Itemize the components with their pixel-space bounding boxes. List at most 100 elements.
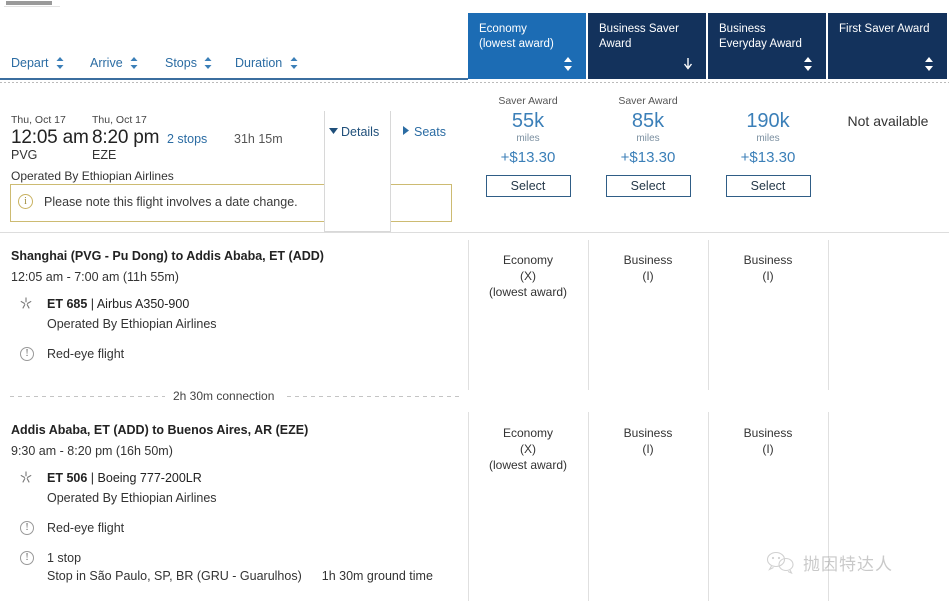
award-type-label: Saver Award [498,95,558,107]
miles-unit: miles [516,133,540,144]
miles-amount: 55k [511,110,545,132]
column-divider [828,240,829,390]
segment-1-cabin-business-saver: Business (I) [588,252,708,284]
sort-updown-icon[interactable] [803,57,813,71]
tab-economy-label: Economy (lowest award) [479,23,554,50]
select-button[interactable]: Select [485,175,571,197]
segment-2: Addis Ababa, ET (ADD) to Buenos Aires, A… [11,423,461,583]
total-duration: 31h 15m [234,132,283,146]
stops-link[interactable]: 2 stops [167,132,207,146]
ground-time: 1h 30m ground time [321,569,433,583]
segment-flight-info: ET 506 | Boeing 777-200LR [11,471,461,485]
cabin-name: Business [743,253,793,267]
sort-updown-icon[interactable] [130,57,138,69]
alert-icon: ! [20,551,34,565]
flight-result-card: Economy (lowest award) Business Saver Aw… [0,0,949,601]
sort-arrive[interactable]: Arrive [90,56,138,70]
cabin-name: Business [743,426,793,440]
award-type-label: Saver Award [618,95,678,107]
segment-note-redeye: ! Red-eye flight [11,521,461,535]
alert-icon: ! [20,347,34,361]
price-column-business-saver: Saver Award 85k miles +$13.30 Select [588,90,708,197]
sort-updown-icon[interactable] [563,57,573,71]
segment-2-cabin-business-saver: Business (I) [588,425,708,457]
segment-route: Shanghai (PVG - Pu Dong) to Addis Ababa,… [11,249,324,263]
miles-unit: miles [756,133,780,144]
flight-separator: | [90,471,95,485]
note-label: 1 stop [47,551,82,565]
sort-down-icon[interactable] [683,57,693,71]
stop-detail: Stop in São Paulo, SP, BR (GRU - Guarulh… [47,569,461,583]
sort-depart-label: Depart [11,56,49,70]
depart-date: Thu, Oct 17 [11,114,66,126]
stop-location: Stop in São Paulo, SP, BR (GRU - Guarulh… [47,569,302,583]
segment-times: 9:30 am - 8:20 pm (16h 50m) [11,444,173,458]
aircraft-type: Boeing 777-200LR [97,471,202,485]
segment-1-cabin-business-everyday: Business (I) [708,252,828,284]
miles-unit: miles [636,133,660,144]
segment-times: 12:05 am - 7:00 am (11h 55m) [11,270,179,284]
flight-number: ET 685 [47,297,88,311]
top-artifact-line [4,6,60,7]
tax-amount: +$13.30 [740,149,796,166]
sort-stops[interactable]: Stops [165,56,212,70]
not-available-label: Not available [847,113,929,129]
tab-economy-lowest-award[interactable]: Economy (lowest award) [468,13,586,79]
tab-business-everyday-award[interactable]: Business Everyday Award [706,13,826,79]
wechat-icon [766,551,794,574]
flight-separator: | [90,297,95,311]
aircraft-type: Airbus A350-900 [96,297,190,311]
tab-business-saver-award[interactable]: Business Saver Award [586,13,706,79]
chevron-right-icon [403,126,409,135]
star-alliance-icon [20,297,32,309]
tax-amount: +$13.30 [500,149,556,166]
cabin-code: (I) [642,442,654,456]
tab-first-saver-label: First Saver Award [839,23,930,35]
miles-amount: 85k [631,110,665,132]
connection-divider: 2h 30m connection [10,389,462,403]
fare-class-tabs: Economy (lowest award) Business Saver Aw… [468,13,949,79]
divider-line-right [287,396,462,397]
segment-2-cabin-business-everyday: Business (I) [708,425,828,457]
chevron-down-icon [329,128,338,134]
select-button[interactable]: Select [605,175,691,197]
note-label: Red-eye flight [47,521,125,535]
segment-1-cabin-economy: Economy (X) (lowest award) [468,252,588,300]
cabin-code: (I) [762,442,774,456]
watermark: 抛因特达人 [765,545,945,579]
segment-note-redeye: ! Red-eye flight [11,347,461,361]
info-icon: i [18,194,33,209]
miles-amount: 190k [746,110,790,132]
sort-updown-icon[interactable] [204,57,212,69]
segment-1: Shanghai (PVG - Pu Dong) to Addis Ababa,… [11,249,461,361]
cabin-name: Business [623,426,673,440]
sort-bar: Depart Arrive Stops Duration [0,53,468,80]
price-column-business-everyday: 190k miles +$13.30 Select [708,90,828,197]
alert-icon: ! [20,521,34,535]
tax-amount: +$13.30 [620,149,676,166]
tab-first-saver-award[interactable]: First Saver Award [826,13,947,79]
segment-operated-by: Operated By Ethiopian Airlines [47,317,217,331]
select-button[interactable]: Select [725,175,811,197]
note-label: Red-eye flight [47,347,125,361]
cabin-name: Economy [502,426,554,440]
cabin-code: (I) [762,269,774,283]
segment-note-stop: ! 1 stop Stop in São Paulo, SP, BR (GRU … [11,551,461,583]
watermark-text: 抛因特达人 [803,554,893,575]
sort-duration[interactable]: Duration [235,56,298,70]
flight-number: ET 506 [47,471,88,485]
cabin-name: Economy [502,253,554,267]
tab-business-everyday-label: Business Everyday Award [719,23,802,50]
award-type-label [708,95,828,109]
sort-updown-icon[interactable] [56,57,64,69]
sort-updown-icon[interactable] [290,57,298,69]
segment-2-cabin-economy: Economy (X) (lowest award) [468,425,588,473]
sort-depart[interactable]: Depart [11,56,64,70]
arrive-date: Thu, Oct 17 [92,114,147,126]
segment-flight-info: ET 685 | Airbus A350-900 [11,297,461,311]
seats-button[interactable]: Seats [403,125,446,139]
cabin-code: (I) [642,269,654,283]
details-toggle-button[interactable]: Details [329,125,379,139]
sort-updown-icon[interactable] [924,57,934,71]
price-column-first-saver: Not available [828,90,948,129]
